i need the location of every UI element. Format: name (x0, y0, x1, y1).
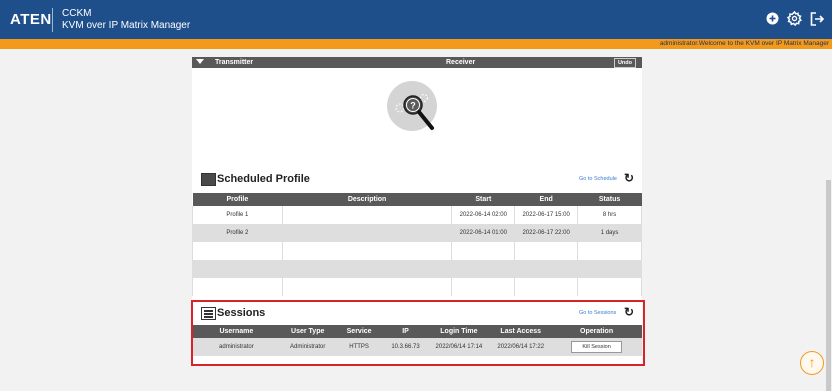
status-cell: 1 days (577, 224, 642, 242)
table-row[interactable]: Profile 2 2022-06-14 01:00 2022-06-17 22… (192, 224, 642, 242)
calendar-icon (201, 173, 216, 186)
end-cell: 2022-06-17 15:00 (514, 206, 579, 224)
plus-circle-icon[interactable] (766, 12, 779, 25)
profile-cell: Profile 1 (192, 206, 283, 224)
matrix-header: Transmitter Receiver Undo (192, 57, 642, 68)
table-row[interactable]: Profile 1 2022-06-14 02:00 2022-06-17 15… (192, 206, 642, 224)
arrow-up-icon: ↑ (808, 354, 816, 370)
col-profile[interactable]: Profile (192, 193, 283, 206)
scheduled-profile-table: Profile Description Start End Status Pro… (192, 193, 642, 296)
start-cell: 2022-06-14 02:00 (451, 206, 516, 224)
transmitter-label: Transmitter (215, 59, 254, 66)
top-header: ATEN CCKM KVM over IP Matrix Manager (0, 0, 832, 39)
profile-cell: Profile 2 (192, 224, 283, 242)
product-name: CCKM (62, 8, 92, 19)
description-cell (281, 206, 453, 224)
description-cell (281, 224, 453, 242)
col-start[interactable]: Start (451, 193, 515, 206)
end-cell: 2022-06-17 22:00 (514, 224, 579, 242)
empty-row (192, 260, 642, 278)
scrollbar[interactable] (826, 180, 831, 391)
scheduled-profile-title: Scheduled Profile (217, 173, 310, 185)
go-to-schedule-link[interactable]: Go to Schedule (579, 176, 617, 182)
start-cell: 2022-06-14 01:00 (451, 224, 516, 242)
empty-row (192, 242, 642, 260)
gear-icon[interactable] (787, 11, 802, 26)
receiver-label: Receiver (446, 59, 476, 66)
filter-icon[interactable] (196, 59, 204, 64)
logo-divider (52, 8, 53, 32)
product-subtitle: KVM over IP Matrix Manager (62, 20, 191, 31)
refresh-icon[interactable]: ↻ (624, 171, 634, 185)
undo-button[interactable]: Undo (613, 58, 636, 68)
col-end[interactable]: End (514, 193, 578, 206)
status-cell: 8 hrs (577, 206, 642, 224)
scroll-to-top-button[interactable]: ↑ (800, 351, 824, 375)
product-title: CCKM KVM over IP Matrix Manager (62, 8, 190, 32)
col-description[interactable]: Description (282, 193, 452, 206)
sessions-highlight (191, 300, 645, 366)
aten-logo: ATEN (10, 11, 52, 28)
no-data-search-icon: ? (387, 81, 437, 131)
svg-text:?: ? (410, 101, 416, 111)
empty-row (192, 278, 642, 296)
logout-icon[interactable] (810, 12, 824, 26)
col-status[interactable]: Status (577, 193, 642, 206)
welcome-message: administrator.Welcome to the KVM over IP… (659, 40, 829, 47)
